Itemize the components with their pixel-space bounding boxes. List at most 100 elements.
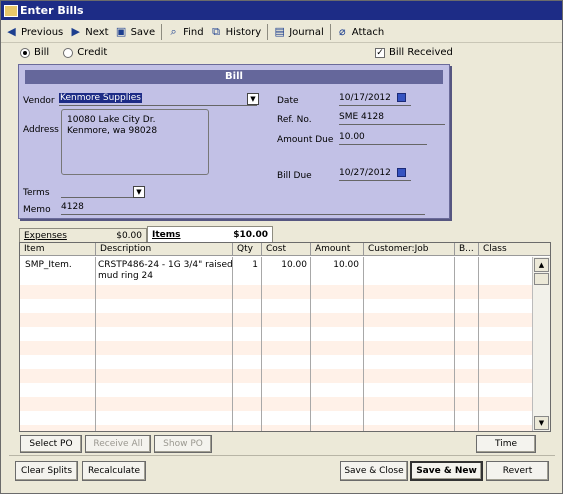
- column-header-amount[interactable]: Amount: [311, 243, 364, 256]
- column-header-billable[interactable]: B...: [455, 243, 479, 256]
- cell-description-line2[interactable]: mud ring 24: [98, 271, 153, 282]
- save-new-button[interactable]: Save & New: [410, 461, 483, 481]
- bill-panel: Bill Vendor Kenmore Supplies ▼ Address 1…: [18, 64, 450, 219]
- calendar-icon[interactable]: [396, 93, 406, 102]
- radio-selected-icon: [20, 47, 30, 58]
- table-header: Item Description Qty Cost Amount Custome…: [20, 243, 550, 256]
- tab-items[interactable]: Items $10.00: [147, 226, 273, 242]
- show-po-button[interactable]: Show PO: [154, 435, 212, 453]
- bill-header: Bill: [25, 70, 443, 84]
- tab-expenses[interactable]: Expenses $0.00: [19, 228, 147, 242]
- toolbar-separator: [329, 24, 331, 40]
- memo-label: Memo: [23, 205, 51, 215]
- next-button[interactable]: ▶ Next: [69, 23, 109, 41]
- table-row-stripe: [20, 285, 532, 299]
- select-po-button[interactable]: Select PO: [20, 435, 82, 453]
- column-header-item[interactable]: Item: [20, 243, 96, 256]
- bill-received-checkbox[interactable]: ✓ Bill Received: [375, 47, 453, 58]
- table-row-stripe: [20, 341, 532, 355]
- find-icon: ⌕: [170, 25, 177, 38]
- terms-dropdown-icon[interactable]: ▼: [133, 186, 145, 198]
- history-button[interactable]: ⧉ History: [210, 23, 261, 41]
- recalculate-button[interactable]: Recalculate: [82, 461, 146, 481]
- table-row-stripe: [20, 425, 532, 431]
- enter-bills-window: Enter Bills ◀ Previous ▶ Next ▣ Save ⌕ Find …: [0, 0, 563, 494]
- paperclip-icon: ⌀: [338, 25, 346, 38]
- column-divider: [363, 257, 364, 431]
- bill-due-label: Bill Due: [277, 171, 312, 181]
- vertical-scrollbar[interactable]: ▲ ▼: [532, 257, 550, 431]
- column-divider: [478, 257, 479, 431]
- scroll-thumb[interactable]: [534, 273, 549, 285]
- title-bar: Enter Bills: [1, 1, 562, 20]
- cell-description-line1[interactable]: CRSTP486-24 - 1G 3/4" raised: [98, 260, 233, 271]
- window-title: Enter Bills: [20, 4, 84, 17]
- column-divider: [454, 257, 455, 431]
- journal-button[interactable]: ▤ Journal: [273, 23, 323, 41]
- attach-button[interactable]: ⌀ Attach: [336, 23, 384, 41]
- toolbar-separator: [161, 24, 163, 40]
- previous-button[interactable]: ◀ Previous: [5, 23, 63, 41]
- refno-label: Ref. No.: [277, 115, 312, 125]
- refno-field[interactable]: SME 4128: [339, 112, 445, 125]
- find-button[interactable]: ⌕ Find: [167, 23, 204, 41]
- amount-due-label: Amount Due: [277, 135, 334, 145]
- table-row-stripe: [20, 369, 532, 383]
- calendar-icon[interactable]: [396, 168, 406, 177]
- history-icon: ⧉: [212, 25, 221, 38]
- date-label: Date: [277, 96, 299, 106]
- previous-icon: ◀: [7, 25, 16, 38]
- window-icon: [4, 4, 18, 17]
- vendor-value: Kenmore Supplies: [59, 93, 142, 103]
- table-row-stripe: [20, 313, 532, 327]
- credit-radio[interactable]: Credit: [63, 47, 107, 58]
- radio-unselected-icon: [63, 47, 74, 58]
- column-header-description[interactable]: Description: [96, 243, 233, 256]
- items-table: Item Description Qty Cost Amount Custome…: [19, 242, 551, 432]
- scroll-down-icon[interactable]: ▼: [534, 416, 549, 430]
- cell-cost[interactable]: 10.00: [264, 260, 307, 271]
- date-field[interactable]: 10/17/2012: [339, 93, 411, 106]
- address-label: Address: [23, 125, 59, 135]
- bill-radio[interactable]: Bill: [20, 47, 49, 58]
- column-header-class[interactable]: Class: [479, 243, 550, 256]
- form-type-group: Bill Credit: [20, 47, 121, 58]
- save-icon: ▣: [115, 25, 127, 38]
- revert-button[interactable]: Revert: [486, 461, 549, 481]
- column-divider: [310, 257, 311, 431]
- next-icon: ▶: [71, 25, 80, 38]
- cell-item[interactable]: SMP_Item.: [25, 260, 72, 271]
- column-header-customer-job[interactable]: Customer:Job: [364, 243, 455, 256]
- address-line1: 10080 Lake City Dr.: [67, 115, 156, 125]
- journal-icon: ▤: [274, 25, 285, 38]
- vendor-label: Vendor: [23, 96, 55, 106]
- column-header-qty[interactable]: Qty: [233, 243, 262, 256]
- receive-all-button[interactable]: Receive All: [85, 435, 151, 453]
- vendor-dropdown-icon[interactable]: ▼: [247, 93, 259, 105]
- scroll-up-icon[interactable]: ▲: [534, 258, 549, 272]
- terms-label: Terms: [23, 188, 50, 198]
- detail-tabs: Expenses $0.00 Items $10.00: [19, 226, 273, 242]
- column-divider: [95, 257, 96, 431]
- vendor-field[interactable]: Kenmore Supplies: [59, 93, 257, 106]
- divider: [9, 455, 555, 456]
- column-header-cost[interactable]: Cost: [262, 243, 311, 256]
- column-divider: [261, 257, 262, 431]
- amount-due-field[interactable]: 10.00: [339, 132, 427, 145]
- cell-qty[interactable]: 1: [238, 260, 258, 271]
- clear-splits-button[interactable]: Clear Splits: [15, 461, 78, 481]
- column-divider: [232, 257, 233, 431]
- table-row-stripe: [20, 397, 532, 411]
- cell-amount[interactable]: 10.00: [314, 260, 359, 271]
- toolbar: ◀ Previous ▶ Next ▣ Save ⌕ Find ⧉ History ▤ Jo…: [1, 22, 562, 43]
- bill-due-field[interactable]: 10/27/2012: [339, 168, 411, 181]
- table-body: SMP_Item. CRSTP486-24 - 1G 3/4" raised m…: [20, 257, 532, 431]
- toolbar-separator: [267, 24, 269, 40]
- time-button[interactable]: Time: [476, 435, 536, 453]
- save-button[interactable]: ▣ Save: [115, 23, 155, 41]
- address-line2: Kenmore, wa 98028: [67, 126, 158, 136]
- save-close-button[interactable]: Save & Close: [340, 461, 408, 481]
- checkmark-icon: ✓: [375, 47, 385, 58]
- address-field[interactable]: 10080 Lake City Dr. Kenmore, wa 98028: [61, 109, 209, 175]
- memo-field[interactable]: 4128: [61, 202, 425, 215]
